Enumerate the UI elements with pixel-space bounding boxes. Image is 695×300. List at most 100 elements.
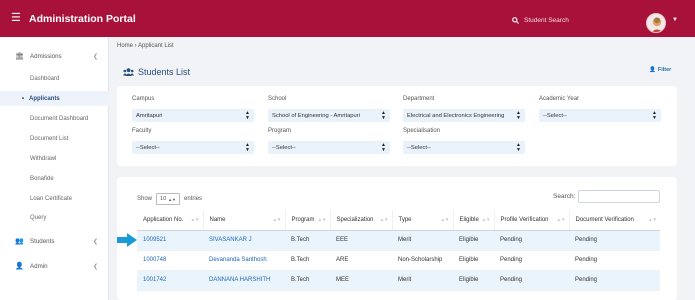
chevron-left-icon: ❮ — [92, 263, 98, 270]
column-header[interactable]: Document Verification ▲▼ — [568, 210, 660, 231]
entries-label: entries — [184, 196, 203, 202]
select-caret-icon: ▲▼ — [381, 110, 386, 121]
select-caret-icon: ▲▼ — [381, 142, 386, 153]
specialisation-select[interactable]: --Select-- ▲ ▼ — [403, 141, 525, 154]
type-cell: Merit — [392, 270, 453, 291]
entries-value: 10 — [160, 196, 167, 202]
sidebar-item-bonafide[interactable]: Bonafide — [0, 171, 109, 186]
table-search-input[interactable] — [578, 190, 660, 203]
column-header[interactable]: Eligible ▲▼ — [452, 210, 494, 231]
chevron-left-icon: ❮ — [92, 53, 98, 60]
student-search[interactable]: Student Search — [512, 17, 569, 24]
sidebar-group-label: Students — [30, 237, 55, 245]
select-caret-icon: ▲▼ — [168, 196, 177, 202]
sidebar-group-admin[interactable]: 👤 Admin ❮ — [0, 258, 109, 274]
table-header-row: Application No. ▲▼ Name ▲▼ Program ▲▼ Speci… — [137, 210, 660, 231]
application-no-link[interactable]: 1001742 — [137, 270, 203, 291]
school-select[interactable]: School of Engineering - Amritapuri ▲ ▼ — [268, 109, 390, 122]
profile-verification-cell: Pending — [494, 270, 569, 291]
sidebar-item-withdrawl[interactable]: Withdrawl — [0, 151, 109, 166]
sidebar-item-document-dashboard[interactable]: Document Dashboard — [0, 111, 109, 126]
user-avatar[interactable] — [646, 13, 666, 33]
faculty-label: Faculty — [132, 128, 152, 134]
program-select[interactable]: --Select-- ▲ ▼ — [268, 141, 390, 154]
eligible-cell: Eligible — [453, 250, 494, 271]
application-no-link[interactable]: 1009521 — [137, 230, 203, 251]
sidebar-item-query[interactable]: Query — [0, 210, 109, 225]
faculty-select[interactable]: --Select-- ▲ ▼ — [132, 141, 254, 154]
type-cell: Non-Scholarship — [392, 250, 453, 271]
application-no-link[interactable]: 1000748 — [137, 250, 203, 271]
show-label: Show — [137, 196, 153, 202]
users-icon: 👥 — [15, 238, 24, 245]
sidebar-item-applicants[interactable]: • Applicants — [0, 91, 109, 106]
column-header[interactable]: Program ▲▼ — [284, 210, 330, 231]
program-label: Program — [268, 128, 292, 134]
column-header[interactable]: Profile Verification ▲▼ — [493, 210, 569, 231]
specialisation-label: Specialisation — [403, 128, 441, 134]
page-title: Students List — [123, 67, 190, 77]
document-verification-cell: Pending — [569, 270, 660, 291]
select-caret-icon: ▲▼ — [516, 142, 521, 153]
page-title-text: Students List — [138, 67, 191, 77]
hamburger-icon[interactable]: ☰ — [11, 13, 25, 24]
sort-icon: ▲▼ — [440, 217, 450, 222]
institution-icon: 🏛 — [15, 53, 24, 60]
campus-select[interactable]: Amritapuri ▲ ▼ — [132, 109, 254, 122]
school-value: School of Engineering - Amritapuri — [272, 112, 360, 119]
students-table-panel: Show 10 ▲▼ entries Search: Application N… — [117, 177, 677, 300]
entries-select[interactable]: 10 ▲▼ — [156, 193, 181, 205]
campus-label: Campus — [132, 96, 155, 102]
students-table: Application No. ▲▼ Name ▲▼ Program ▲▼ Speci… — [137, 210, 660, 291]
filter-label: Filter — [657, 67, 672, 73]
filter-panel: Campus Amritapuri ▲ ▼ School School of En… — [117, 86, 677, 166]
program-value: --Select-- — [272, 144, 296, 151]
student-name-link[interactable]: DANNANA HARSHITH — [203, 270, 285, 291]
sidebar-group-students[interactable]: 👥 Students ❮ — [0, 233, 109, 249]
program-cell: B.Tech — [285, 250, 330, 271]
eligible-cell: Eligible — [453, 230, 494, 251]
search-icon — [512, 17, 519, 24]
academic-year-select[interactable]: --Select-- ▲ ▼ — [539, 109, 661, 122]
chevron-left-icon: ❮ — [92, 238, 98, 245]
sidebar-item-dashboard[interactable]: Dashboard — [0, 71, 109, 86]
specialization-cell: ARE — [330, 250, 392, 271]
faculty-value: --Select-- — [136, 144, 160, 151]
sidebar-item-label: Applicants — [29, 95, 60, 102]
academic-year-value: --Select-- — [543, 112, 567, 119]
sidebar-group-admissions[interactable]: 🏛 Admissions ❮ — [0, 48, 109, 64]
chevron-down-icon[interactable]: ▼ — [672, 17, 678, 23]
table-row[interactable]: 1009521 SIVASANKAR J B.Tech EEE Merit El… — [137, 230, 660, 251]
specialization-cell: MEE — [330, 270, 392, 291]
student-name-link[interactable]: Devananda Santhosh — [203, 250, 285, 271]
app-title: Administration Portal — [29, 12, 136, 25]
sort-icon: ▲▼ — [648, 217, 657, 222]
sidebar: 🏛 Admissions ❮ Dashboard • Applicants Do… — [0, 37, 109, 300]
type-cell: Merit — [392, 230, 453, 251]
filter-button[interactable]: 👤 Filter — [649, 67, 671, 73]
show-entries: Show 10 ▲▼ entries — [137, 193, 202, 205]
users-icon — [123, 68, 134, 76]
column-header[interactable]: Specialization ▲▼ — [329, 210, 392, 231]
table-row[interactable]: 1000748 Devananda Santhosh B.Tech ARE No… — [137, 250, 660, 271]
column-header[interactable]: Application No. ▲▼ — [137, 210, 203, 231]
column-header[interactable]: Name ▲▼ — [202, 210, 285, 231]
breadcrumb[interactable]: Home › Applicant List — [117, 43, 174, 49]
sidebar-group-label: Admissions — [30, 52, 62, 60]
sidebar-item-document-list[interactable]: Document List — [0, 131, 109, 146]
search-placeholder[interactable]: Student Search — [524, 17, 569, 24]
column-header[interactable]: Type ▲▼ — [391, 210, 453, 231]
sidebar-item-loan-certificate[interactable]: Loan Certificate — [0, 191, 109, 206]
student-name-link[interactable]: SIVASANKAR J — [203, 230, 285, 251]
document-verification-cell: Pending — [569, 250, 660, 271]
program-cell: B.Tech — [285, 270, 330, 291]
user-icon: 👤 — [15, 263, 24, 270]
sort-icon: ▲▼ — [272, 217, 282, 222]
department-select[interactable]: Electrical and Electronics Engineering ▲… — [403, 109, 525, 122]
table-row[interactable]: 1001742 DANNANA HARSHITH B.Tech MEE Meri… — [137, 270, 660, 291]
select-caret-icon: ▲▼ — [245, 110, 250, 121]
campus-value: Amritapuri — [136, 112, 163, 119]
department-label: Department — [403, 96, 435, 102]
sidebar-group-label: Admin — [30, 262, 48, 270]
eligible-cell: Eligible — [453, 270, 494, 291]
